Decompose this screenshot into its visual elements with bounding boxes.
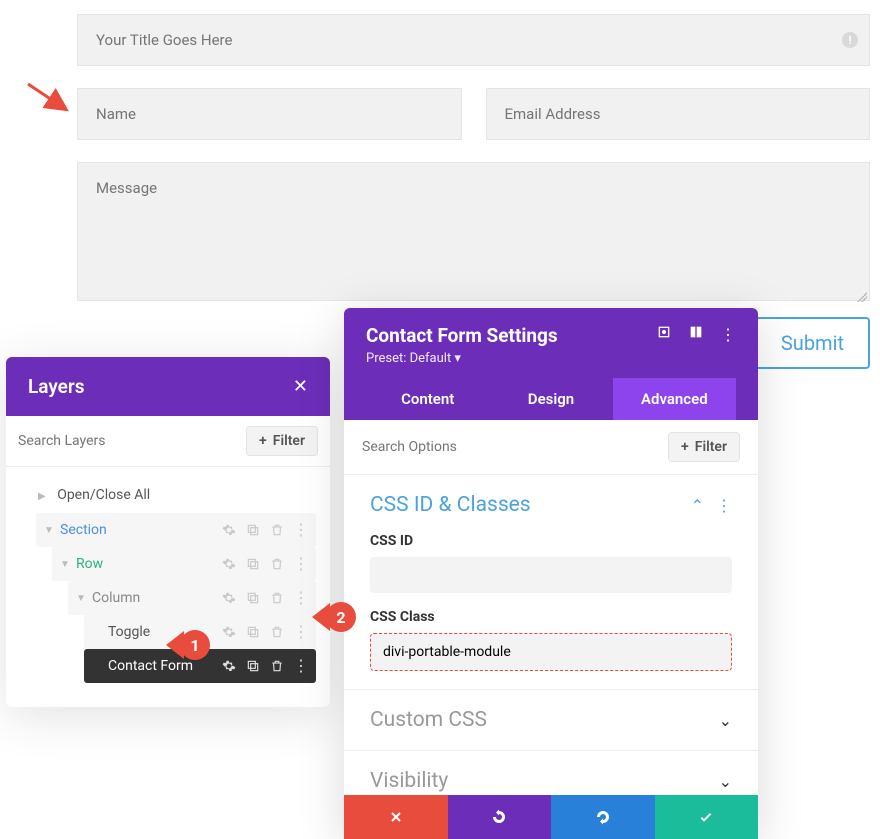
css-id-classes-section: CSS ID & Classes ⌃ CSS ID CSS Class [344, 475, 758, 690]
callout-1: 1 [166, 630, 210, 660]
cancel-button[interactable] [344, 795, 448, 839]
more-icon[interactable] [716, 496, 732, 515]
more-icon[interactable] [294, 664, 308, 669]
layers-title: Layers [28, 375, 84, 398]
css-class-label: CSS Class [370, 609, 732, 625]
settings-filter-button[interactable]: + Filter [668, 432, 740, 462]
tab-content[interactable]: Content [366, 378, 489, 420]
css-id-label: CSS ID [370, 533, 732, 549]
submit-button[interactable]: Submit [755, 317, 870, 369]
open-close-all[interactable]: ▶ Open/Close All [14, 477, 322, 513]
tab-advanced[interactable]: Advanced [613, 378, 736, 420]
tree-row-column[interactable]: ▼ Column [68, 581, 316, 615]
chevron-down-icon: ▼ [44, 525, 54, 536]
duplicate-icon[interactable] [246, 523, 260, 537]
chevron-down-icon[interactable]: ⌄ [719, 772, 732, 791]
confirm-button[interactable] [655, 795, 759, 839]
settings-title: Contact Form Settings [366, 324, 558, 347]
settings-footer [344, 795, 758, 839]
tree-row-row[interactable]: ▼ Row [52, 547, 316, 581]
tree-row-section[interactable]: ▼ Section [36, 513, 316, 547]
info-icon: ! [842, 32, 858, 48]
filter-label: Filter [695, 439, 727, 455]
check-icon [698, 809, 714, 825]
css-class-input[interactable] [370, 633, 732, 671]
more-icon[interactable] [294, 596, 308, 601]
close-icon[interactable]: ✕ [293, 376, 308, 397]
more-icon[interactable] [294, 562, 308, 567]
trash-icon[interactable] [270, 625, 284, 639]
gear-icon[interactable] [222, 659, 236, 673]
section-title: CSS ID & Classes [370, 493, 531, 517]
expand-icon[interactable] [656, 324, 672, 344]
plus-icon: + [681, 439, 689, 455]
gear-icon[interactable] [222, 625, 236, 639]
close-icon [388, 809, 404, 825]
columns-icon[interactable] [688, 324, 704, 344]
visibility-section[interactable]: Visibility ⌄ [344, 751, 758, 795]
redo-icon [594, 808, 612, 826]
tree-label: Contact Form [108, 658, 222, 674]
annotation-arrow-icon [24, 80, 74, 120]
undo-icon [490, 808, 508, 826]
chevron-down-icon: ▼ [76, 593, 86, 604]
trash-icon[interactable] [270, 591, 284, 605]
callout-2: 2 [312, 602, 356, 632]
tree-label: Section [60, 522, 222, 538]
message-field[interactable] [77, 162, 870, 301]
undo-button[interactable] [448, 795, 552, 839]
chevron-up-icon[interactable]: ⌃ [691, 496, 704, 515]
plus-icon: + [259, 433, 267, 449]
email-field[interactable] [486, 88, 871, 140]
layers-search-input[interactable] [18, 433, 246, 449]
settings-search-input[interactable] [362, 439, 668, 455]
settings-panel: Contact Form Settings Preset: Default ▾ … [344, 308, 758, 839]
section-title: Visibility [370, 769, 448, 793]
preset-selector[interactable]: Preset: Default ▾ [366, 351, 736, 366]
callout-badge: 1 [180, 630, 210, 660]
trash-icon[interactable] [270, 523, 284, 537]
duplicate-icon[interactable] [246, 625, 260, 639]
trash-icon[interactable] [270, 557, 284, 571]
name-field[interactable] [77, 88, 462, 140]
gear-icon[interactable] [222, 523, 236, 537]
tree-label: Column [92, 590, 222, 606]
layers-filter-button[interactable]: + Filter [246, 426, 318, 456]
duplicate-icon[interactable] [246, 591, 260, 605]
tab-design[interactable]: Design [489, 378, 612, 420]
gear-icon[interactable] [222, 591, 236, 605]
duplicate-icon[interactable] [246, 659, 260, 673]
redo-button[interactable] [551, 795, 655, 839]
duplicate-icon[interactable] [246, 557, 260, 571]
filter-label: Filter [273, 433, 305, 449]
callout-badge: 2 [326, 602, 356, 632]
more-icon[interactable] [294, 528, 308, 533]
gear-icon[interactable] [222, 557, 236, 571]
resize-handle-icon[interactable] [857, 292, 867, 302]
tree-label: Row [76, 556, 222, 572]
title-field[interactable] [77, 14, 870, 66]
trash-icon[interactable] [270, 659, 284, 673]
section-title: Custom CSS [370, 708, 487, 732]
css-id-input[interactable] [370, 557, 732, 593]
chevron-down-icon: ▼ [60, 559, 70, 570]
custom-css-section[interactable]: Custom CSS ⌄ [344, 690, 758, 751]
chevron-down-icon[interactable]: ⌄ [719, 711, 732, 730]
more-icon[interactable] [294, 630, 308, 635]
more-icon[interactable] [720, 325, 736, 344]
